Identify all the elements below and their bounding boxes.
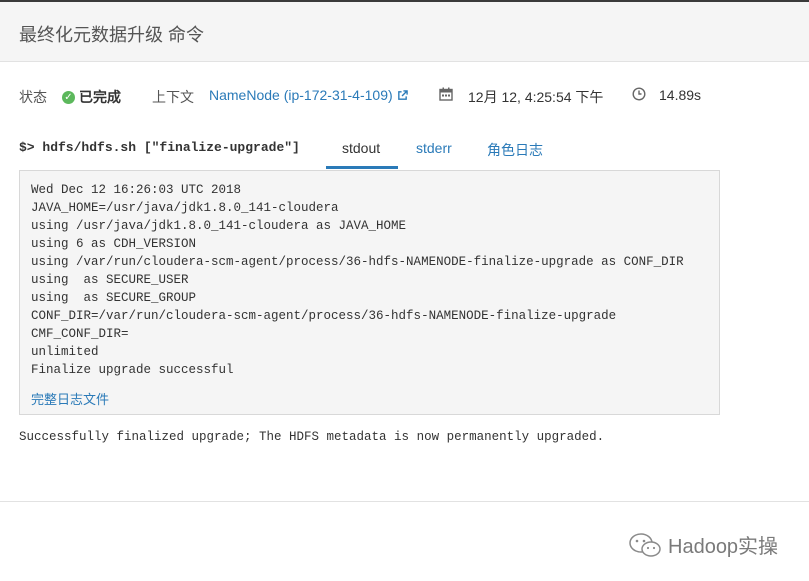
stdout-line: using /usr/java/jdk1.8.0_141-cloudera as… bbox=[31, 219, 407, 233]
watermark-text: Hadoop实操 bbox=[668, 536, 779, 558]
tab-stdout[interactable]: stdout bbox=[342, 140, 380, 156]
stdout-line: Wed Dec 12 16:26:03 UTC 2018 bbox=[31, 183, 242, 197]
stdout-line: using 6 as CDH_VERSION bbox=[31, 237, 197, 251]
full-log-link[interactable]: 完整日志文件 bbox=[31, 389, 109, 408]
stdout-panel: Wed Dec 12 16:26:03 UTC 2018 JAVA_HOME=/… bbox=[19, 170, 720, 415]
active-tab-indicator bbox=[326, 166, 398, 169]
stdout-line: using /var/run/cloudera-scm-agent/proces… bbox=[31, 255, 684, 269]
external-link-icon bbox=[397, 89, 408, 100]
start-time: 12月 12, 4:25:54 下午 bbox=[468, 89, 604, 105]
dialog-header: 最终化元数据升级 命令 bbox=[0, 2, 809, 62]
watermark: Hadoop实操 bbox=[628, 530, 778, 559]
stdout-line: Finalize upgrade successful bbox=[31, 363, 234, 377]
status-label: 状态 bbox=[19, 89, 47, 105]
clock-icon bbox=[632, 87, 646, 101]
check-circle-icon: ✓ bbox=[62, 90, 75, 104]
dialog-title: 最终化元数据升级 命令 bbox=[19, 25, 204, 45]
footer-divider bbox=[0, 501, 809, 502]
stdout-line: CONF_DIR=/var/run/cloudera-scm-agent/pro… bbox=[31, 309, 617, 323]
tab-stderr[interactable]: stderr bbox=[416, 140, 452, 156]
context-link-text: NameNode (ip-172-31-4-109) bbox=[209, 87, 393, 103]
status-value: 已完成 bbox=[79, 89, 121, 105]
stdout-lines: Wed Dec 12 16:26:03 UTC 2018 JAVA_HOME=/… bbox=[31, 181, 684, 379]
calendar-icon bbox=[439, 87, 453, 101]
stdout-line: CMF_CONF_DIR= bbox=[31, 327, 129, 341]
status-badge: ✓ 已完成 bbox=[62, 87, 121, 107]
command-meta: 状态 ✓ 已完成 上下文 NameNode (ip-172-31-4-109) … bbox=[0, 84, 809, 108]
duration: 14.89s bbox=[659, 87, 702, 103]
context-link[interactable]: NameNode (ip-172-31-4-109) bbox=[209, 87, 408, 103]
result-message: Successfully finalized upgrade; The HDFS… bbox=[19, 430, 605, 444]
context-label: 上下文 bbox=[152, 89, 194, 105]
stdout-line: unlimited bbox=[31, 345, 99, 359]
stdout-line: using as SECURE_USER bbox=[31, 273, 189, 287]
tab-role-log[interactable]: 角色日志 bbox=[487, 140, 543, 160]
wechat-icon bbox=[629, 532, 661, 557]
command-line: $> hdfs/hdfs.sh ["finalize-upgrade"] bbox=[19, 140, 300, 155]
stdout-line: JAVA_HOME=/usr/java/jdk1.8.0_141-clouder… bbox=[31, 201, 339, 215]
stdout-line: using as SECURE_GROUP bbox=[31, 291, 197, 305]
